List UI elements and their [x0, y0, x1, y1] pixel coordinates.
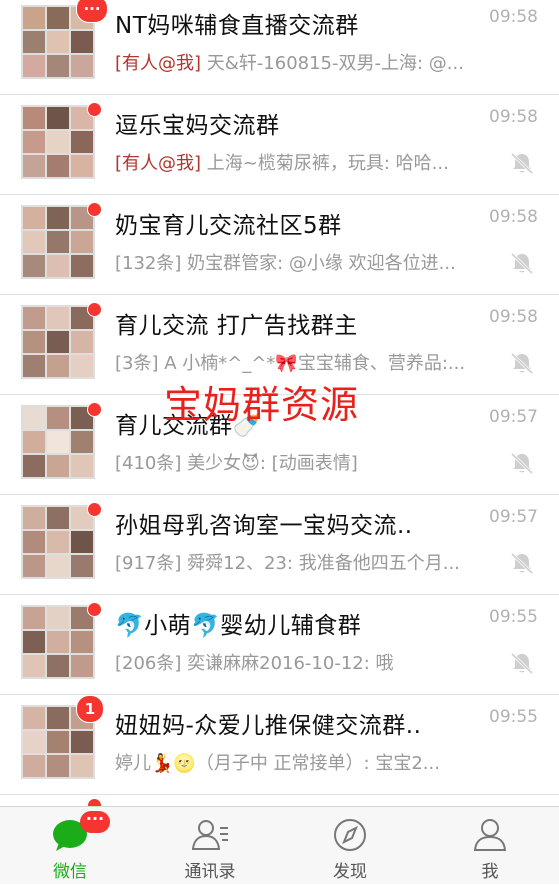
mention-tag: [有人@我] — [115, 153, 202, 174]
unread-dot — [87, 102, 102, 117]
compass-icon — [334, 819, 366, 851]
chat-time: 09:57 — [489, 407, 538, 427]
chat-time: 09:55 — [489, 607, 538, 627]
tab-label: 通讯录 — [184, 862, 236, 882]
chat-title: 🐬小萌🐬婴幼儿辅食群 — [115, 613, 362, 639]
tab-me[interactable]: 我 — [420, 807, 559, 885]
chat-time: 09:58 — [489, 207, 538, 227]
chat-row[interactable] — [0, 795, 559, 806]
unread-dot — [87, 302, 102, 317]
tab-contacts[interactable]: 通讯录 — [140, 807, 280, 885]
chat-row[interactable]: 奶宝育儿交流社区5群 09:58 [132条] 奶宝群管家: @小缘 欢迎各位进… — [0, 195, 559, 295]
group-avatar — [21, 205, 95, 279]
tab-label: 我 — [481, 862, 499, 882]
unread-dot — [87, 798, 102, 806]
chat-preview: [206条] 奕谦麻麻2016-10-12: 哦 — [115, 653, 394, 674]
unread-dot — [87, 502, 102, 517]
chat-preview: [917条] 舜舜12、23: 我准备他四五个月... — [115, 553, 460, 574]
tab-label: 发现 — [333, 862, 367, 882]
chat-title: 育儿交流 打广告找群主 — [115, 313, 358, 339]
chat-row[interactable]: 1 妞妞妈-众爱儿推保健交流群.. 09:55 婷儿💃🌝（月子中 正常接单）: … — [0, 695, 559, 795]
mention-tag: [有人@我] — [115, 53, 202, 74]
chat-title: NT妈咪辅食直播交流群 — [115, 13, 359, 39]
unread-dot — [87, 602, 102, 617]
chat-time: 09:58 — [489, 107, 538, 127]
tab-discover[interactable]: 发现 — [280, 807, 420, 885]
mute-bell-icon — [510, 652, 534, 675]
tab-chats[interactable]: ··· 微信 — [0, 807, 140, 885]
group-avatar — [21, 505, 95, 579]
chat-title: 奶宝育儿交流社区5群 — [115, 213, 342, 239]
chat-title: 妞妞妈-众爱儿推保健交流群.. — [115, 713, 422, 739]
watermark-text: 宝妈群资源 — [164, 383, 360, 427]
mute-bell-icon — [510, 552, 534, 575]
chat-row[interactable]: ··· NT妈咪辅食直播交流群 09:58 [有人@我] 天&轩-160815-… — [0, 0, 559, 95]
mute-bell-icon — [510, 452, 534, 475]
person-icon — [473, 819, 507, 851]
mute-bell-icon — [510, 352, 534, 375]
bottom-tab-bar: ··· 微信 通讯录 发现 我 — [0, 806, 559, 884]
group-avatar — [21, 405, 95, 479]
chat-preview: [有人@我] 天&轩-160815-双男-上海: @... — [115, 49, 470, 75]
tab-label: 微信 — [53, 862, 87, 882]
group-avatar — [21, 605, 95, 679]
chat-time: 09:55 — [489, 707, 538, 727]
chat-row[interactable]: 逗乐宝妈交流群 09:58 [有人@我] 上海~榄菊尿裤，玩具: 哈哈... — [0, 95, 559, 195]
mute-bell-icon — [510, 152, 534, 175]
chat-preview: [3条] A 小楠*^_^*🎀宝宝辅食、营养品:... — [115, 353, 466, 374]
unread-count-badge: 1 — [76, 695, 104, 723]
chat-preview: [410条] 美少女😈: [动画表情] — [115, 453, 358, 474]
preview-text: 上海~榄菊尿裤，玩具: 哈哈... — [201, 153, 449, 174]
chat-row[interactable]: 孙姐母乳咨询室一宝妈交流.. 09:57 [917条] 舜舜12、23: 我准备… — [0, 495, 559, 595]
mute-bell-icon — [510, 252, 534, 275]
group-avatar — [21, 105, 95, 179]
group-avatar — [21, 305, 95, 379]
chat-preview: 婷儿💃🌝（月子中 正常接单）: 宝宝2... — [115, 753, 440, 774]
preview-text: 天&轩-160815-双男-上海: @... — [201, 53, 464, 74]
chat-preview: [有人@我] 上海~榄菊尿裤，玩具: 哈哈... — [115, 149, 470, 175]
chat-time: 09:57 — [489, 507, 538, 527]
unread-dot — [87, 202, 102, 217]
chat-title: 逗乐宝妈交流群 — [115, 113, 280, 139]
chat-preview: [132条] 奶宝群管家: @小缘 欢迎各位进... — [115, 253, 456, 274]
unread-badge: ··· — [76, 0, 108, 23]
tab-badge: ··· — [80, 811, 110, 833]
contacts-icon — [191, 820, 228, 850]
chat-time: 09:58 — [489, 307, 538, 327]
chat-title: 孙姐母乳咨询室一宝妈交流.. — [115, 513, 413, 539]
chat-time: 09:58 — [489, 7, 538, 27]
chat-row[interactable]: 🐬小萌🐬婴幼儿辅食群 09:55 [206条] 奕谦麻麻2016-10-12: … — [0, 595, 559, 695]
unread-dot — [87, 402, 102, 417]
